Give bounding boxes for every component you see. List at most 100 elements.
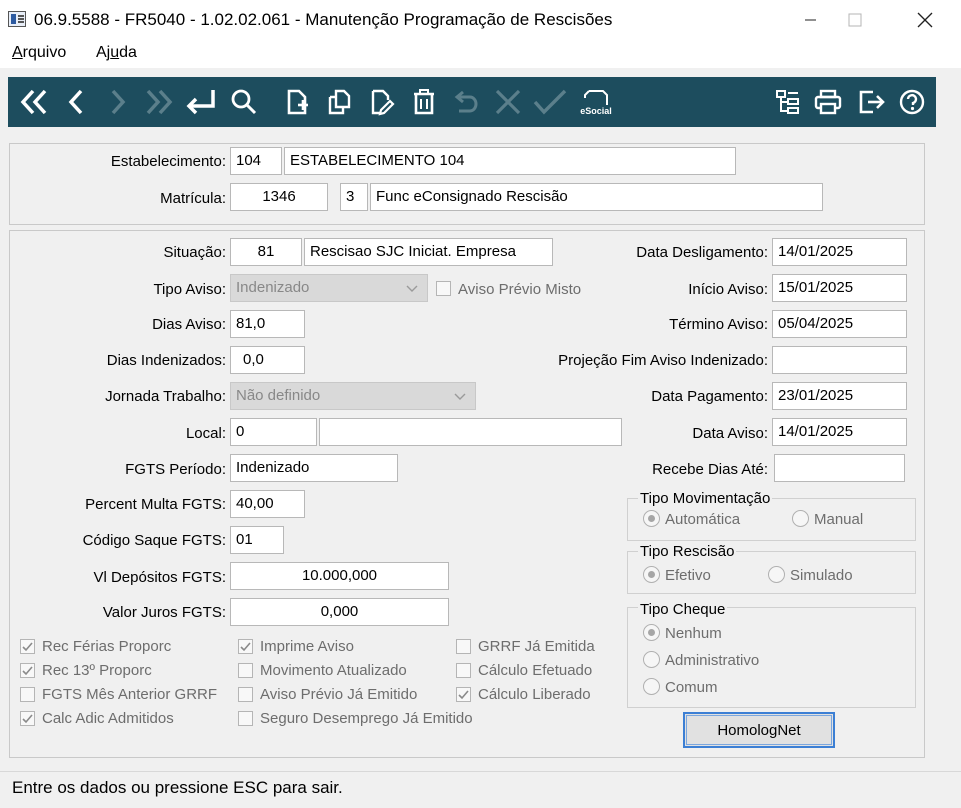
vl-depositos-field[interactable]: 10.000,000 [230,562,449,590]
projecao-field[interactable] [772,346,907,374]
movimento-atualizado-checkbox[interactable] [238,663,253,678]
data-desligamento-field[interactable]: 14/01/2025 [772,238,907,266]
estabelecimento-code-field[interactable]: 104 [230,147,282,175]
administrativo-radio[interactable] [643,651,660,668]
tipo-aviso-label: Tipo Aviso: [153,281,226,298]
grrf-ja-emitida-checkbox[interactable] [456,639,471,654]
projecao-label: Projeção Fim Aviso Indenizado: [558,352,768,369]
aviso-previo-misto-checkbox[interactable] [436,281,451,296]
tipo-movimentacao-title: Tipo Movimentação [638,490,773,507]
local-label: Local: [185,425,226,442]
tree-button[interactable] [770,81,806,123]
movimento-atualizado-label: Movimento Atualizado [260,662,407,679]
inicio-aviso-field[interactable]: 15/01/2025 [772,274,907,302]
seguro-desemprego-ja-emitido-checkbox[interactable] [238,711,253,726]
copy-record-button[interactable] [322,81,358,123]
search-icon [231,89,257,115]
termino-aviso-field[interactable]: 05/04/2025 [772,310,907,338]
edit-record-button[interactable] [364,81,400,123]
termino-aviso-label: Término Aviso: [669,316,768,333]
print-icon [814,89,842,115]
status-message: Entre os dados ou pressione ESC para sai… [12,778,343,797]
fgts-periodo-field[interactable]: Indenizado [230,454,398,482]
inicio-aviso-label: Início Aviso: [688,281,768,298]
matricula-code-field[interactable]: 1346 [230,183,328,211]
search-button[interactable] [226,81,262,123]
dias-indenizados-label: Dias Indenizados: [106,352,226,369]
imprime-aviso-checkbox[interactable] [238,639,253,654]
confirm-icon [533,89,567,115]
data-pagamento-field[interactable]: 23/01/2025 [772,382,907,410]
matricula-name-field: Func eConsignado Rescisão [370,183,823,211]
rec-ferias-proporc-checkbox[interactable] [20,639,35,654]
rec-13-proporc-checkbox[interactable] [20,663,35,678]
local-code-field[interactable]: 0 [230,418,317,446]
print-button[interactable] [810,81,846,123]
help-button[interactable] [894,81,930,123]
fgts-periodo-label: FGTS Período: [125,461,226,478]
checkmark-icon [240,642,251,652]
dias-aviso-label: Dias Aviso: [152,316,226,333]
nenhum-radio[interactable] [643,624,660,641]
fgts-mes-anterior-grrf-checkbox[interactable] [20,687,35,702]
data-desligamento-label: Data Desligamento: [636,244,768,261]
undo-button[interactable] [448,81,484,123]
percent-multa-label: Percent Multa FGTS: [85,496,226,513]
tipo-aviso-select[interactable]: Indenizado [230,274,428,302]
last-record-button[interactable] [140,81,178,123]
previous-record-button[interactable] [60,81,92,123]
menu-bar [0,40,961,68]
checkmark-icon [22,666,33,676]
minimize-icon [805,19,816,21]
efetivo-radio[interactable] [643,566,660,583]
menu-arquivo[interactable]: Arquivo [12,44,66,62]
undo-icon [454,90,478,113]
recebe-dias-field[interactable] [774,454,905,482]
calc-adic-admitidos-checkbox[interactable] [20,711,35,726]
administrativo-label: Administrativo [665,652,760,669]
dias-indenizados-field[interactable]: 0,0 [230,346,305,374]
confirm-button[interactable] [530,81,570,123]
esocial-icon [584,89,608,105]
menu-ajuda[interactable]: Ajuda [96,44,137,62]
calculo-liberado-checkbox[interactable] [456,687,471,702]
aviso-previo-ja-emitido-label: Aviso Prévio Já Emitido [260,686,418,703]
data-aviso-field[interactable]: 14/01/2025 [772,418,907,446]
calculo-efetuado-checkbox[interactable] [456,663,471,678]
codigo-saque-field[interactable]: 01 [230,526,284,554]
percent-multa-field[interactable]: 40,00 [230,490,305,518]
cancel-button[interactable] [490,81,526,123]
jornada-label: Jornada Trabalho: [105,388,226,405]
efetivo-label: Efetivo [665,567,711,584]
automatica-radio[interactable] [643,510,660,527]
maximize-icon [848,13,862,27]
matricula-seq-field[interactable]: 3 [340,183,368,211]
checkmark-icon [458,690,469,700]
vl-depositos-label: Vl Depósitos FGTS: [93,569,226,586]
automatica-label: Automática [665,511,741,528]
checkmark-icon [22,714,33,724]
delete-record-button[interactable] [406,81,442,123]
situacao-code-field[interactable]: 81 [230,238,302,266]
tipo-rescisao-title: Tipo Rescisão [638,543,737,560]
simulado-radio[interactable] [768,566,785,583]
first-record-button[interactable] [16,81,52,123]
jornada-select[interactable]: Não definido [230,382,476,410]
dias-aviso-field[interactable]: 81,0 [230,310,305,338]
homolognet-button[interactable]: HomologNet [683,712,835,748]
comum-radio[interactable] [643,678,660,695]
close-button[interactable] [902,0,948,40]
nenhum-label: Nenhum [665,625,722,642]
maximize-button[interactable] [832,0,878,40]
next-record-button[interactable] [102,81,134,123]
new-record-button[interactable] [280,81,316,123]
matricula-label: Matrícula: [160,190,226,207]
aviso-previo-ja-emitido-checkbox[interactable] [238,687,253,702]
minimize-button[interactable] [788,0,834,40]
valor-juros-field[interactable]: 0,000 [230,598,449,626]
exit-button[interactable] [854,81,890,123]
comum-label: Comum [665,679,718,696]
goto-button[interactable] [182,81,220,123]
manual-radio[interactable] [792,510,809,527]
esocial-button[interactable]: eSocial [574,81,618,123]
